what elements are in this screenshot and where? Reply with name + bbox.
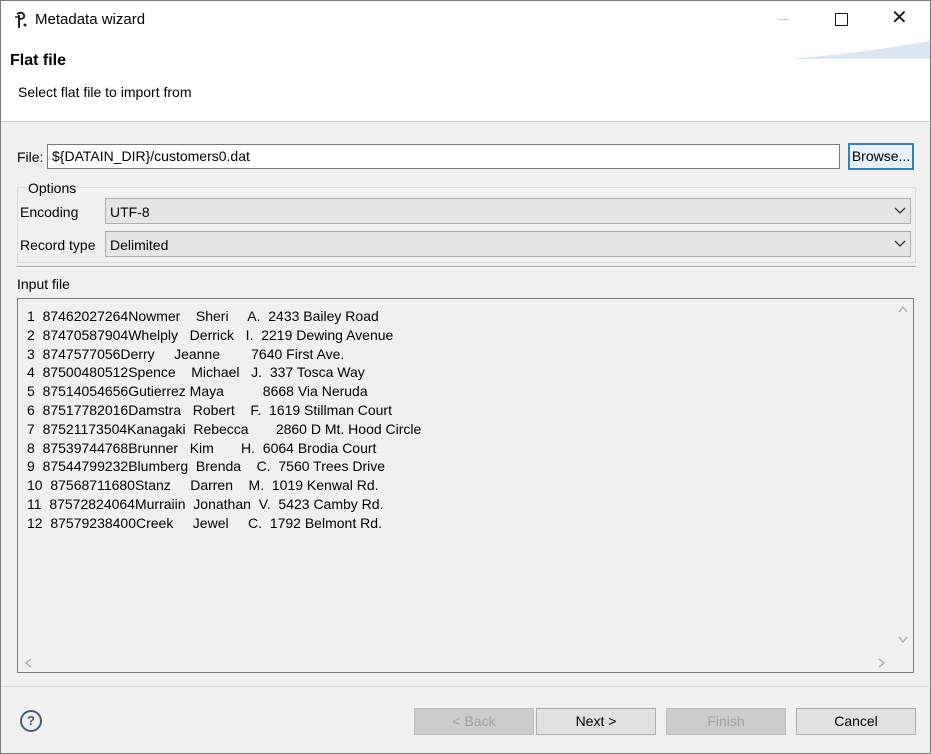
input-file-label: Input file (17, 276, 70, 292)
horizontal-scrollbar[interactable] (18, 652, 893, 672)
preview-line: 7 87521173504Kanagaki Rebecca 2860 D Mt.… (27, 420, 422, 437)
file-label: File: (17, 149, 44, 165)
metadata-wizard-window: Metadata wizard ✕ Flat file Select flat … (0, 0, 931, 754)
next-button[interactable]: Next > (536, 708, 656, 735)
encoding-label: Encoding (20, 204, 79, 220)
finish-button[interactable]: Finish (666, 708, 786, 735)
page-title: Flat file (10, 52, 67, 69)
record-type-value: Delimited (110, 237, 169, 253)
maximize-icon (835, 13, 848, 26)
preview-line: 1 87462027264Nowmer Sheri A. 2433 Bailey… (27, 308, 379, 324)
record-type-select[interactable]: Delimited (105, 231, 911, 257)
preview-line: 12 87579238400Creek Jewel C. 1792 Belmon… (27, 514, 382, 531)
scroll-left-icon[interactable] (24, 658, 32, 668)
chevron-down-icon (894, 207, 906, 214)
help-icon[interactable]: ? (20, 710, 42, 732)
file-path-input[interactable]: ${DATAIN_DIR}/customers0.dat (47, 144, 840, 169)
preview-line: 5 87514054656Gutierrez Maya 8668 Via Ner… (27, 383, 368, 400)
encoding-select[interactable]: UTF-8 (105, 198, 911, 224)
preview-line: 8 87539744768Brunner Kim H. 6064 Brodia … (27, 439, 377, 456)
vertical-scrollbar[interactable] (893, 299, 913, 651)
section-divider (17, 266, 916, 268)
preview-line: 11 87572824064Murraiin Jonathan V. 5423 … (27, 495, 384, 512)
preview-line: 3 8747577056Derry Jeanne 7640 First Ave. (27, 345, 345, 362)
talend-icon (15, 11, 27, 28)
back-button[interactable]: < Back (414, 708, 534, 735)
record-type-label: Record type (20, 237, 96, 253)
preview-line: 6 87517782016Damstra Robert F. 1619 Stil… (27, 401, 392, 418)
scroll-up-icon[interactable] (898, 305, 908, 313)
page-description: Select flat file to import from (18, 84, 192, 100)
wizard-banner: Flat file Select flat file to import fro… (1, 39, 930, 122)
preview-line: 9 87544799232Blumberg Brenda C. 7560 Tre… (27, 458, 385, 475)
banner-decoration-icon (791, 41, 930, 59)
encoding-value: UTF-8 (110, 204, 150, 220)
cancel-button[interactable]: Cancel (796, 708, 916, 735)
scroll-down-icon[interactable] (898, 636, 908, 644)
options-legend: Options (26, 180, 79, 196)
close-icon: ✕ (891, 7, 908, 29)
footer-divider (1, 686, 930, 687)
preview-line: 2 87470587904Whelply Derrick I. 2219 Dew… (27, 326, 394, 343)
title-bar[interactable]: Metadata wizard ✕ (1, 1, 930, 39)
minimize-button[interactable] (754, 1, 812, 39)
preview-line: 4 87500480512Spence Michael J. 337 Tosca… (27, 364, 365, 381)
window-title: Metadata wizard (35, 11, 146, 28)
close-button[interactable]: ✕ (871, 1, 929, 39)
chevron-down-icon (894, 240, 906, 247)
preview-lines: 1 87462027264Nowmer Sheri A. 2433 Bailey… (27, 307, 421, 533)
minimize-icon (778, 19, 789, 20)
preview-line: 10 87568711680Stanz Darren M. 1019 Kenwa… (27, 477, 379, 494)
scroll-right-icon[interactable] (878, 658, 886, 668)
input-file-preview[interactable]: 1 87462027264Nowmer Sheri A. 2433 Bailey… (17, 298, 914, 673)
maximize-button[interactable] (812, 1, 870, 39)
browse-button[interactable]: Browse... (848, 143, 914, 170)
